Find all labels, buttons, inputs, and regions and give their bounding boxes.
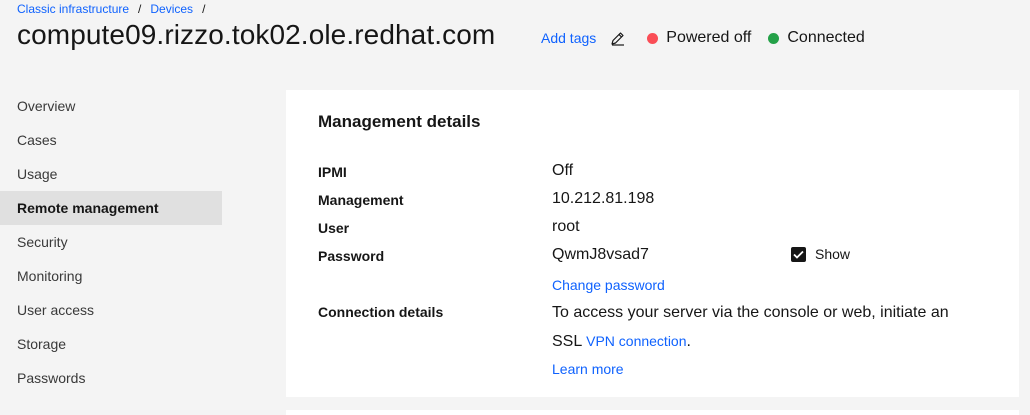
sidebar-item-monitoring[interactable]: Monitoring <box>0 259 222 293</box>
user-label: User <box>318 220 350 236</box>
connection-details-label: Connection details <box>318 304 444 320</box>
power-status-label: Powered off <box>666 29 752 46</box>
power-status-dot-icon <box>647 32 659 44</box>
sidebar-item-security[interactable]: Security <box>0 225 222 259</box>
checkbox-checked-icon[interactable] <box>791 246 806 262</box>
sidebar-item-usage[interactable]: Usage <box>0 157 222 191</box>
change-password-link[interactable]: Change password <box>552 277 665 293</box>
sidebar-item-passwords[interactable]: Passwords <box>0 361 222 395</box>
ipmi-value: Off <box>552 162 574 179</box>
header-actions: Add tags Powered off Connected <box>541 27 865 49</box>
connection-details-text: To access your server via the console or… <box>552 299 972 356</box>
user-value: root <box>552 218 580 235</box>
learn-more-link[interactable]: Learn more <box>552 361 624 377</box>
ipmi-label: IPMI <box>318 164 347 180</box>
connection-status-label: Connected <box>787 29 865 46</box>
sidebar-item-overview[interactable]: Overview <box>0 89 222 123</box>
vpn-connection-link[interactable]: VPN connection <box>586 333 686 349</box>
power-status: Powered off <box>647 29 751 47</box>
breadcrumb-separator: / <box>202 2 206 16</box>
connection-status: Connected <box>768 29 865 47</box>
sidebar-item-remote-management[interactable]: Remote management <box>0 191 222 225</box>
management-label: Management <box>318 192 404 208</box>
connection-text-after: . <box>686 333 691 350</box>
management-ip-value: 10.212.81.198 <box>552 190 655 207</box>
edit-icon[interactable] <box>610 30 626 46</box>
sidebar-item-cases[interactable]: Cases <box>0 123 222 157</box>
password-label: Password <box>318 248 385 264</box>
breadcrumb: Classic infrastructure / Devices / <box>17 2 214 16</box>
management-details-panel: Management details IPMI Off Management 1… <box>286 90 1019 397</box>
show-password-checkbox[interactable]: Show <box>791 246 850 262</box>
connection-status-dot-icon <box>768 32 780 44</box>
breadcrumb-separator: / <box>138 2 142 16</box>
panel-title: Management details <box>318 112 481 131</box>
password-value: QwmJ8vsad7 <box>552 246 649 263</box>
show-password-label[interactable]: Show <box>815 246 850 262</box>
page-title: compute09.rizzo.tok02.ole.redhat.com <box>17 19 496 50</box>
sidebar-item-user-access[interactable]: User access <box>0 293 222 327</box>
sidebar-item-storage[interactable]: Storage <box>0 327 222 361</box>
breadcrumb-link-classic-infrastructure[interactable]: Classic infrastructure <box>17 2 129 16</box>
sidebar: Overview Cases Usage Remote management S… <box>0 89 222 395</box>
add-tags-link[interactable]: Add tags <box>541 30 596 46</box>
next-panel-edge <box>286 410 1019 415</box>
breadcrumb-link-devices[interactable]: Devices <box>150 2 193 16</box>
